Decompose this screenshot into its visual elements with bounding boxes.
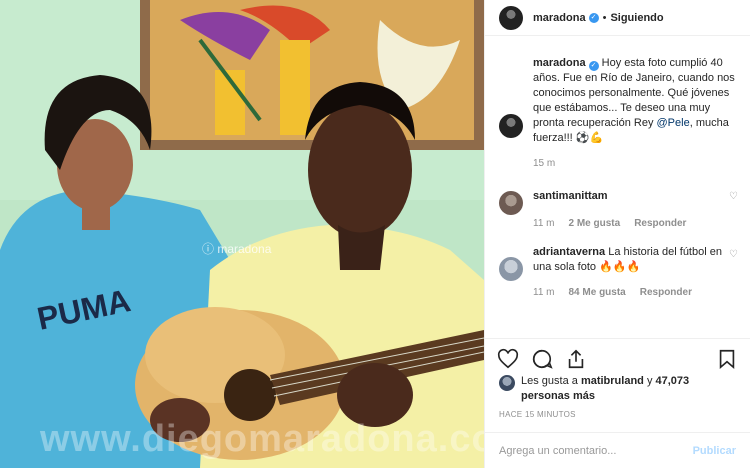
mention-link[interactable]: @Pele [657, 117, 690, 129]
liker-username[interactable]: matibruland [581, 375, 644, 387]
comment-input[interactable] [499, 444, 693, 457]
post-header: maradona ✓ • Siguiendo [485, 0, 750, 36]
comment-like-heart-icon[interactable]: ♡ [729, 191, 738, 202]
comment-icon[interactable] [531, 348, 553, 370]
photo-illustration: PUMA [0, 0, 484, 468]
header-separator: • [602, 11, 607, 24]
photo-watermark-url: www.diegomaradona.com [40, 418, 484, 460]
post-timestamp[interactable]: HACE 15 MINUTOS [499, 410, 576, 419]
post-photo[interactable]: PUMA ⓘ maradona www.diegomaradona.com [0, 0, 484, 468]
publish-button[interactable]: Publicar [693, 445, 736, 457]
comment-likes[interactable]: 2 Me gusta [569, 216, 621, 231]
caption-time[interactable]: 15 m [533, 156, 555, 171]
comment-avatar[interactable] [499, 191, 523, 215]
comment-time[interactable]: 11 m [533, 216, 555, 231]
comment-username[interactable]: adriantaverna [533, 246, 605, 258]
comment-time[interactable]: 11 m [533, 285, 555, 300]
comment-item: adriantaverna La historia del fútbol en … [485, 245, 750, 300]
comments-list: maradona ✓ Hoy esta foto cumplió 40 años.… [485, 56, 750, 300]
author-avatar[interactable] [499, 5, 523, 30]
add-comment-bar: Publicar [485, 432, 750, 468]
verified-icon: ✓ [588, 12, 599, 23]
caption-username[interactable]: maradona [533, 57, 586, 69]
comment-like-heart-icon[interactable]: ♡ [729, 249, 738, 260]
comment-item: santimanittam 11 m 2 Me gusta Responder … [485, 189, 750, 231]
author-username[interactable]: maradona [533, 12, 586, 24]
post-actions [485, 338, 750, 378]
likes-middle: y [643, 375, 656, 387]
post-side-panel: maradona ✓ • Siguiendo maradona ✓ Hoy est… [484, 0, 750, 468]
likes-summary: Les gusta a matibruland y 47,073 persona… [499, 374, 736, 404]
comment-avatar[interactable] [499, 257, 523, 281]
caption-avatar[interactable] [499, 114, 523, 138]
share-icon[interactable] [565, 348, 587, 370]
reply-button[interactable]: Responder [634, 216, 686, 231]
comment-likes[interactable]: 84 Me gusta [569, 285, 626, 300]
comment-username[interactable]: santimanittam [533, 190, 608, 202]
comment-emojis: 🔥🔥🔥 [599, 261, 641, 273]
caption-emojis: ⚽💪 [575, 132, 604, 144]
heart-icon[interactable] [497, 348, 519, 370]
bookmark-icon[interactable] [716, 348, 738, 370]
likes-prefix: Les gusta a [521, 375, 581, 387]
liker-avatar[interactable] [499, 375, 515, 391]
reply-button[interactable]: Responder [640, 285, 692, 300]
caption: maradona ✓ Hoy esta foto cumplió 40 años.… [485, 56, 750, 171]
photo-watermark-handle: ⓘ maradona [202, 242, 272, 256]
verified-icon: ✓ [588, 61, 599, 71]
following-button[interactable]: Siguiendo [610, 12, 663, 24]
